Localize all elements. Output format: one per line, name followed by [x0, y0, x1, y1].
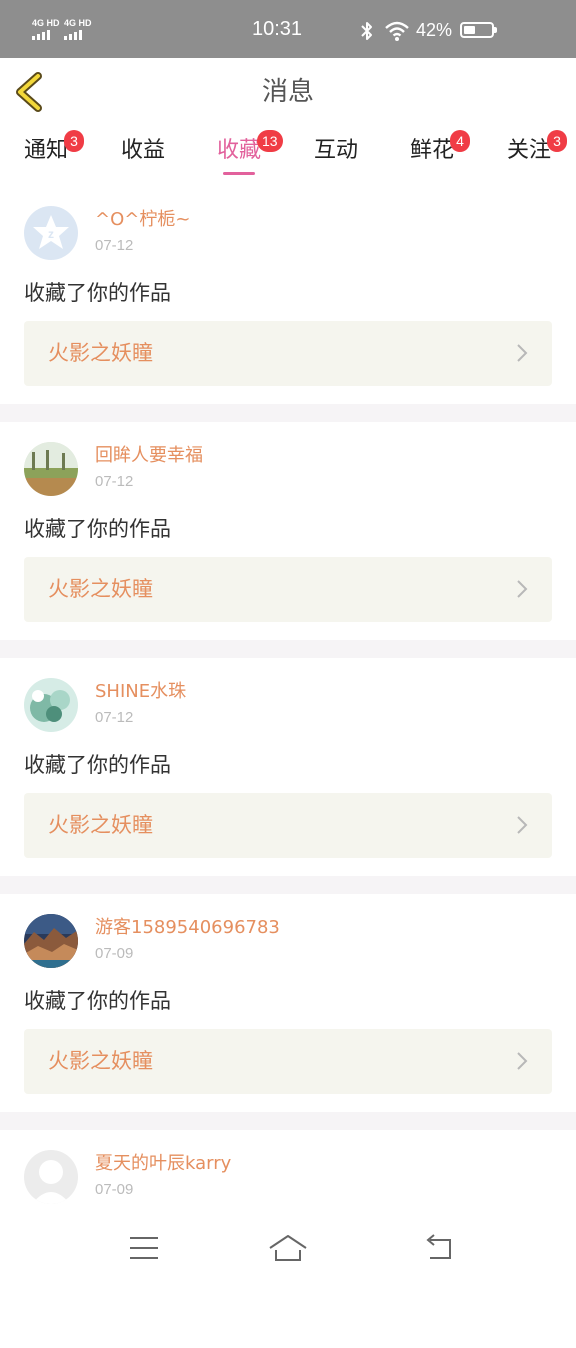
- tab-earnings[interactable]: 收益: [121, 136, 165, 176]
- unread-badge: 3: [547, 130, 567, 152]
- chevron-right-icon: [517, 1052, 528, 1070]
- menu-button[interactable]: [124, 1230, 164, 1266]
- back-icon: [426, 1234, 451, 1259]
- battery-icon: [460, 22, 497, 38]
- list-item: z ^O^柠栀~ 07-12 收藏了你的作品 火影之妖瞳: [0, 186, 576, 404]
- avatar[interactable]: [24, 442, 78, 496]
- signal-label-2: 4G HD: [64, 18, 92, 28]
- timestamp: 07-12: [95, 473, 134, 490]
- work-title: 火影之妖瞳: [48, 1049, 153, 1073]
- photo-avatar-icon: [24, 442, 78, 496]
- avatar[interactable]: [24, 914, 78, 968]
- username[interactable]: 回眸人要幸福: [95, 444, 203, 468]
- work-link[interactable]: 火影之妖瞳: [24, 321, 552, 386]
- wifi-icon: [385, 21, 409, 41]
- page-title: 消息: [261, 77, 314, 107]
- work-link[interactable]: 火影之妖瞳: [24, 1029, 552, 1094]
- home-icon: [269, 1235, 307, 1261]
- avatar[interactable]: [24, 1150, 78, 1204]
- divider: [0, 404, 576, 422]
- home-button[interactable]: [268, 1230, 308, 1266]
- avatar[interactable]: z: [24, 206, 78, 260]
- unread-badge: 4: [450, 130, 470, 152]
- tab-label: 关注: [507, 138, 552, 163]
- divider: [0, 1112, 576, 1130]
- tab-flowers[interactable]: 鲜花 4: [410, 130, 470, 176]
- chevron-right-icon: [517, 580, 528, 598]
- activity-text: 收藏了你的作品: [24, 989, 171, 1013]
- menu-icon: [130, 1237, 158, 1259]
- timestamp: 07-12: [95, 709, 134, 726]
- username[interactable]: 夏天的叶辰karry: [95, 1152, 231, 1176]
- unread-badge: 13: [257, 130, 283, 152]
- timestamp: 07-12: [95, 237, 134, 254]
- list-item: 回眸人要幸福 07-12 收藏了你的作品 火影之妖瞳: [0, 422, 576, 640]
- activity-text: 收藏了你的作品: [24, 517, 171, 541]
- active-tab-indicator: [223, 172, 255, 175]
- avatar[interactable]: [24, 678, 78, 732]
- favorites-feed: z ^O^柠栀~ 07-12 收藏了你的作品 火影之妖瞳 回眸人要幸福 07-1…: [0, 186, 576, 1348]
- timestamp: 07-09: [95, 945, 134, 962]
- username[interactable]: ^O^柠栀~: [95, 208, 190, 232]
- tab-notifications[interactable]: 通知 3: [24, 130, 84, 176]
- tab-following[interactable]: 关注 3: [507, 130, 567, 176]
- bluetooth-icon: [361, 22, 372, 40]
- tab-label: 收藏: [217, 138, 262, 163]
- battery-fill: [464, 26, 475, 34]
- clock: 10:31: [252, 18, 303, 40]
- list-item: 游客1589540696783 07-09 收藏了你的作品 火影之妖瞳: [0, 894, 576, 1112]
- tab-label: 互动: [314, 138, 359, 163]
- signal-label-1: 4G HD: [32, 18, 60, 28]
- work-title: 火影之妖瞳: [48, 577, 153, 601]
- default-avatar-icon: z: [24, 206, 78, 260]
- photo-avatar-icon: [24, 678, 78, 732]
- header-bar: 消息: [0, 58, 576, 129]
- chevron-right-icon: [517, 816, 528, 834]
- unread-badge: 3: [64, 130, 84, 152]
- status-bar: 4G HD 4G HD 10:31 42%: [0, 0, 576, 58]
- tab-label: 通知: [24, 138, 69, 163]
- work-title: 火影之妖瞳: [48, 341, 153, 365]
- work-link[interactable]: 火影之妖瞳: [24, 557, 552, 622]
- signal-icon: 4G HD: [32, 18, 60, 42]
- activity-text: 收藏了你的作品: [24, 281, 171, 305]
- divider: [0, 640, 576, 658]
- tab-label: 收益: [121, 138, 166, 163]
- list-item: SHINE水珠 07-12 收藏了你的作品 火影之妖瞳: [0, 658, 576, 876]
- work-title: 火影之妖瞳: [48, 813, 153, 837]
- tab-favorites[interactable]: 收藏 13: [217, 130, 283, 176]
- tab-label: 鲜花: [410, 138, 455, 163]
- photo-avatar-icon: [24, 914, 78, 968]
- system-nav-bar: [0, 1214, 576, 1280]
- username[interactable]: 游客1589540696783: [95, 916, 280, 940]
- battery-percent: 42%: [416, 20, 453, 40]
- username[interactable]: SHINE水珠: [95, 680, 186, 704]
- back-nav-button[interactable]: [420, 1230, 460, 1266]
- activity-text: 收藏了你的作品: [24, 753, 171, 777]
- tab-bar: 通知 3 收益 收藏 13 互动 鲜花 4 关注 3: [0, 128, 576, 178]
- photo-avatar-icon: [24, 1150, 78, 1204]
- divider: [0, 876, 576, 894]
- signal-icon-2: 4G HD: [64, 18, 92, 42]
- svg-text:z: z: [48, 227, 54, 241]
- timestamp: 07-09: [95, 1181, 134, 1198]
- chevron-right-icon: [517, 344, 528, 362]
- tab-interactions[interactable]: 互动: [314, 136, 358, 176]
- work-link[interactable]: 火影之妖瞳: [24, 793, 552, 858]
